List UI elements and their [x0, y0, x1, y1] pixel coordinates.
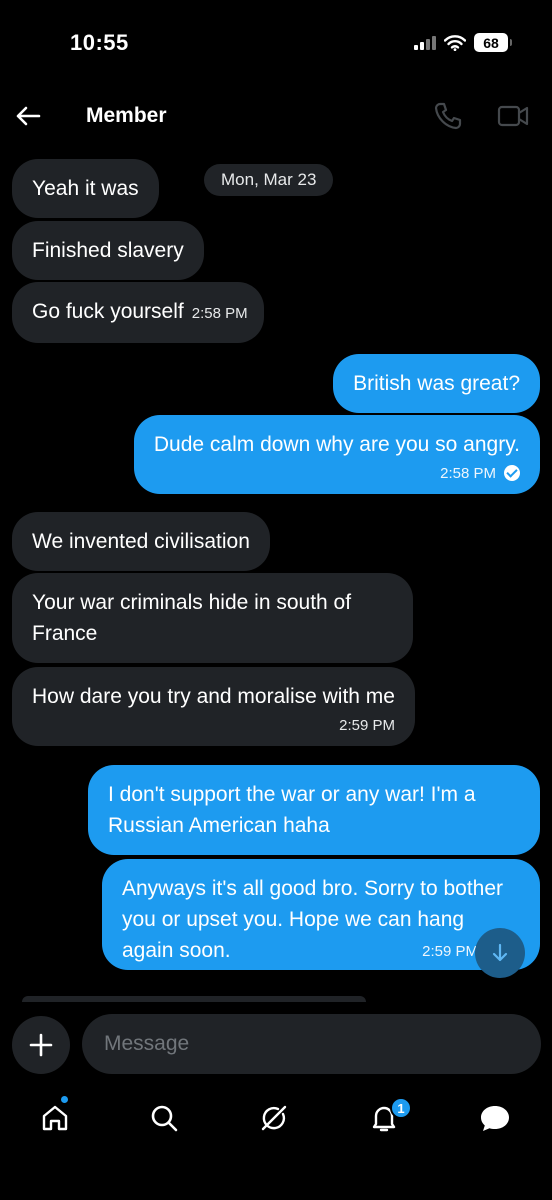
message-bubble-incoming[interactable]: Go fuck yourself 2:58 PM	[12, 282, 264, 343]
message-bubble-incoming[interactable]: How dare you try and moralise with me 2:…	[12, 667, 415, 746]
message-text: Yeah it was	[32, 177, 139, 200]
message-text: British was great?	[353, 372, 520, 395]
scroll-to-bottom-button[interactable]	[475, 928, 525, 978]
cellular-signal-icon	[414, 35, 436, 50]
phone-icon	[434, 102, 462, 130]
arrow-down-icon	[492, 943, 508, 962]
notifications-badge: 1	[390, 1097, 412, 1119]
message-text: We invented civilisation	[32, 530, 250, 553]
voice-call-button[interactable]	[432, 100, 464, 132]
message-bubble-incoming[interactable]: Finished slavery	[12, 221, 204, 280]
add-attachment-button[interactable]	[12, 1016, 70, 1074]
grok-icon	[261, 1105, 287, 1131]
arrow-left-icon	[16, 106, 41, 126]
messages-icon	[481, 1106, 509, 1131]
plus-icon	[29, 1033, 53, 1057]
message-bubble-partial	[22, 996, 366, 1002]
message-bubble-incoming[interactable]: Yeah it was	[12, 159, 159, 218]
message-text: I don't support the war or any war! I'm …	[108, 783, 476, 837]
message-text: Finished slavery	[32, 239, 184, 262]
video-camera-icon	[497, 105, 529, 127]
battery-icon: 68	[474, 33, 512, 52]
status-indicators: 68	[414, 33, 512, 52]
nav-home[interactable]	[35, 1098, 75, 1138]
message-bubble-incoming[interactable]: We invented civilisation	[12, 512, 270, 571]
nav-search[interactable]	[144, 1098, 184, 1138]
home-unread-dot	[61, 1096, 68, 1103]
search-icon	[151, 1105, 178, 1132]
home-icon	[42, 1105, 68, 1131]
message-text: Your war criminals hide in south of Fran…	[32, 591, 352, 645]
message-timestamp: 2:58 PM	[191, 305, 248, 322]
nav-grok[interactable]	[254, 1098, 294, 1138]
message-text: How dare you try and moralise with me	[32, 685, 395, 708]
video-call-button[interactable]	[496, 100, 530, 132]
message-bubble-outgoing[interactable]: British was great?	[333, 354, 540, 413]
back-button[interactable]	[12, 100, 44, 132]
date-separator: Mon, Mar 23	[204, 164, 334, 196]
message-timestamp: 2:58 PM	[440, 465, 496, 482]
status-time: 10:55	[70, 30, 129, 55]
message-text: Go fuck yourself	[32, 300, 184, 323]
wifi-icon	[444, 34, 466, 51]
message-timestamp: 2:59 PM	[339, 717, 395, 734]
nav-messages[interactable]	[475, 1098, 515, 1138]
message-bubble-outgoing[interactable]: Dude calm down why are you so angry. 2:5…	[133, 415, 540, 494]
message-bubble-incoming[interactable]: Your war criminals hide in south of Fran…	[12, 573, 413, 663]
conversation-title[interactable]: Member	[86, 104, 167, 128]
read-receipt-icon	[504, 465, 520, 481]
message-input[interactable]	[82, 1014, 541, 1074]
message-bubble-outgoing[interactable]: I don't support the war or any war! I'm …	[88, 765, 540, 855]
message-text: Dude calm down why are you so angry.	[153, 433, 520, 456]
